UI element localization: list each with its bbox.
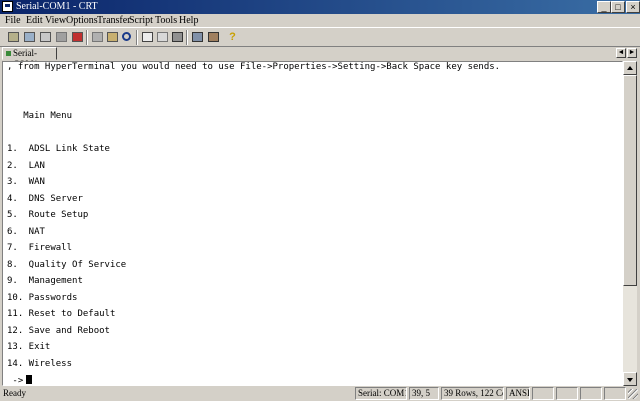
terminal-line: 13. Exit: [7, 342, 51, 352]
find-icon: [122, 32, 131, 41]
session-tab-strip: Serial-COM1 ◄ ►: [0, 47, 640, 69]
maximize-button[interactable]: □: [611, 1, 625, 13]
terminal-line: Main Menu: [7, 111, 73, 121]
menu-file[interactable]: File: [5, 14, 21, 27]
session-options-button[interactable]: [190, 30, 205, 44]
prompt-line: ->: [7, 375, 33, 386]
copy-icon: [92, 32, 103, 42]
terminal-line: 12. Save and Reboot: [7, 326, 110, 336]
terminal-line: 1. ADSL Link State: [7, 144, 110, 154]
terminal-line: 6. NAT: [7, 227, 45, 237]
toolbar-separator: [86, 30, 88, 45]
terminal-line: 14. Wireless: [7, 359, 73, 369]
text-cursor: [26, 375, 33, 384]
terminal-line: 3. WAN: [7, 177, 45, 187]
menu-view[interactable]: View: [45, 14, 66, 27]
prompt: ->: [7, 376, 24, 386]
terminal-line: 11. Reset to Default: [7, 309, 116, 319]
reconnect-button[interactable]: [54, 30, 69, 44]
status-empty-3: [580, 387, 602, 400]
scroll-up-button[interactable]: [623, 61, 637, 75]
connect-tab-icon: [40, 32, 51, 42]
terminal-line: 4. DNS Server: [7, 194, 83, 204]
menu-help[interactable]: Help: [179, 14, 198, 27]
copy-button[interactable]: [90, 30, 105, 44]
status-emulation: ANSI: [506, 387, 530, 400]
status-size: 39 Rows, 122 Cols: [441, 387, 504, 400]
window-title: Serial-COM1 - CRT: [16, 1, 98, 12]
vertical-scrollbar[interactable]: [623, 61, 637, 386]
print-setup-button[interactable]: [140, 30, 155, 44]
connect-button[interactable]: [6, 30, 21, 44]
menu-script[interactable]: Script: [129, 14, 153, 27]
help-icon: ?: [229, 31, 236, 43]
terminal-line: 10. Passwords: [7, 293, 78, 303]
print-screen-icon: [157, 32, 168, 42]
terminal-line: 9. Management: [7, 276, 83, 286]
terminal-line: 5. Route Setup: [7, 210, 89, 220]
arrow-down-icon: [627, 378, 633, 382]
menu-edit[interactable]: Edit: [26, 14, 43, 27]
status-empty-1: [532, 387, 554, 400]
status-connection: Serial: COM14: [355, 387, 407, 400]
status-cursor-position: 39, 5: [409, 387, 439, 400]
status-ready: Ready: [3, 388, 26, 398]
toolbar-separator: [186, 30, 188, 45]
terminal-screen[interactable]: , from HyperTerminal you would need to u…: [2, 61, 623, 386]
title-bar[interactable]: Serial-COM1 - CRT _ □ ×: [0, 0, 640, 14]
disconnect-button[interactable]: [70, 30, 85, 44]
find-button[interactable]: [120, 30, 135, 44]
global-options-button[interactable]: [206, 30, 221, 44]
status-bar: Ready Serial: COM14 39, 5 39 Rows, 122 C…: [0, 386, 640, 401]
tab-serial-com1[interactable]: Serial-COM1: [2, 47, 57, 69]
toolbar-separator: [136, 30, 138, 45]
menu-bar: File Edit View Options Transfer Script T…: [0, 14, 640, 27]
scroll-thumb[interactable]: [623, 75, 637, 286]
print-setup-icon: [142, 32, 153, 42]
status-empty-2: [556, 387, 578, 400]
close-button[interactable]: ×: [626, 1, 640, 13]
menu-tools[interactable]: Tools: [155, 14, 177, 27]
print-button[interactable]: [170, 30, 185, 44]
crt-window: Serial-COM1 - CRT _ □ × File Edit View O…: [0, 0, 640, 401]
print-icon: [172, 32, 183, 42]
paste-button[interactable]: [105, 30, 120, 44]
session-options-icon: [192, 32, 203, 42]
app-icon[interactable]: [2, 1, 13, 12]
print-screen-button[interactable]: [155, 30, 170, 44]
resize-grip-icon[interactable]: [628, 389, 638, 399]
terminal-line: 2. LAN: [7, 161, 45, 171]
global-options-icon: [208, 32, 219, 42]
tab-scroll-left-button[interactable]: ◄: [616, 48, 626, 58]
help-button[interactable]: ?: [225, 30, 240, 44]
minimize-button[interactable]: _: [597, 1, 611, 13]
menu-transfer[interactable]: Transfer: [97, 14, 131, 27]
arrow-up-icon: [627, 66, 633, 70]
session-connected-icon: [6, 51, 11, 56]
terminal-line: , from HyperTerminal you would need to u…: [7, 62, 501, 72]
paste-icon: [107, 32, 118, 42]
terminal-line: 8. Quality Of Service: [7, 260, 127, 270]
menu-options[interactable]: Options: [66, 14, 98, 27]
toolbar: ?: [0, 27, 640, 47]
quick-connect-button[interactable]: [22, 30, 37, 44]
reconnect-icon: [56, 32, 67, 42]
disconnect-icon: [72, 32, 83, 42]
terminal-line: 7. Firewall: [7, 243, 73, 253]
quick-connect-icon: [24, 32, 35, 42]
connect-tab-button[interactable]: [38, 30, 53, 44]
status-empty-4: [604, 387, 626, 400]
tab-scroll-right-button[interactable]: ►: [627, 48, 637, 58]
scroll-down-button[interactable]: [623, 372, 637, 386]
connect-icon: [8, 32, 19, 42]
